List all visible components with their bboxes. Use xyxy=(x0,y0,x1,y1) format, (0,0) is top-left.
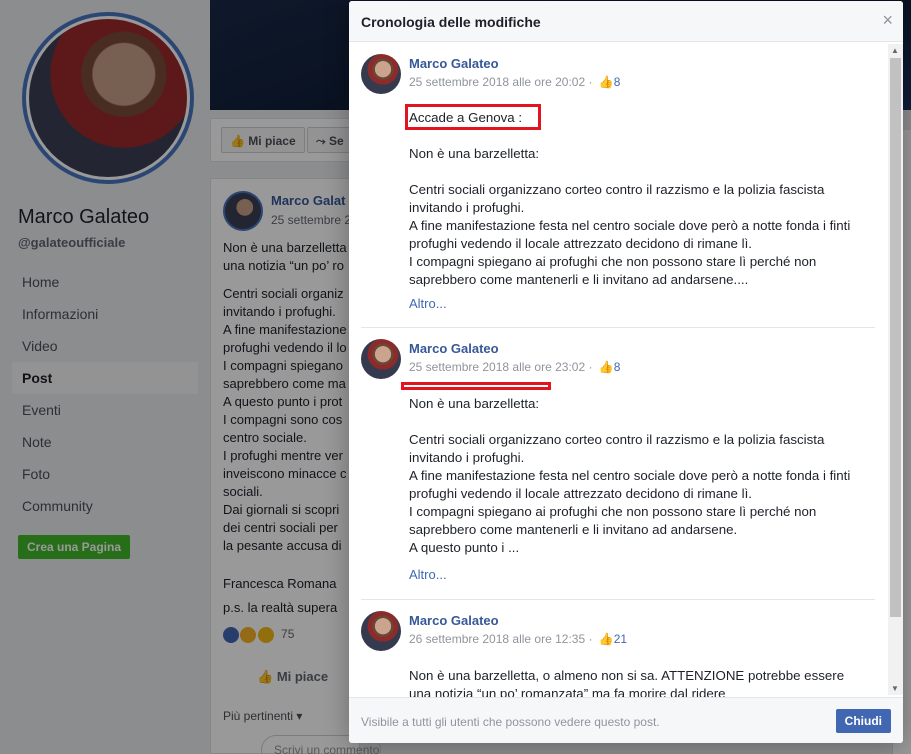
like-count[interactable]: 8 xyxy=(614,360,621,374)
text-line: invitando i profughi. xyxy=(409,450,525,465)
text-line: Centri sociali organizzano corteo contro… xyxy=(409,182,825,197)
text-line: Centri sociali organizzano corteo contro… xyxy=(409,432,825,447)
dialog-body[interactable]: Marco Galateo 25 settembre 2018 alle ore… xyxy=(349,42,889,697)
text-line: saprebbero come mantenerli e li invitano… xyxy=(409,272,749,287)
divider xyxy=(361,327,875,328)
author-avatar[interactable] xyxy=(361,54,401,94)
more-link[interactable]: Altro... xyxy=(409,296,447,311)
text-line: invitando i profughi. xyxy=(409,200,525,215)
text-line: Non è una barzelletta, o almeno non si s… xyxy=(409,668,845,683)
dialog-footer: Visibile a tutti gli utenti che possono … xyxy=(349,697,903,743)
entry-text: Non è una barzelletta, o almeno non si s… xyxy=(409,667,879,697)
entry-author[interactable]: Marco Galateo xyxy=(409,56,499,71)
visibility-note: Visibile a tutti gli utenti che possono … xyxy=(361,715,660,729)
dialog-scrollbar[interactable]: ▲ ▼ xyxy=(888,44,903,695)
text-line: Non è una barzelletta: xyxy=(409,396,540,411)
thumbs-up-icon: 👍 xyxy=(598,360,614,374)
close-icon[interactable]: × xyxy=(882,11,893,29)
history-entry: Marco Galateo 26 settembre 2018 alle ore… xyxy=(361,611,875,697)
text-line: I compagni spiegano ai profughi che non … xyxy=(409,254,817,269)
scroll-up-arrow-icon[interactable]: ▲ xyxy=(891,46,899,55)
dialog-title: Cronologia delle modifiche xyxy=(361,14,541,30)
scroll-down-arrow-icon[interactable]: ▼ xyxy=(891,684,899,693)
like-count[interactable]: 8 xyxy=(614,75,621,89)
entry-meta: 26 settembre 2018 alle ore 12:35 · 👍21 xyxy=(409,632,628,646)
entry-meta: 25 settembre 2018 alle ore 20:02 · 👍8 xyxy=(409,75,621,89)
like-count[interactable]: 21 xyxy=(614,632,627,646)
text-line: A fine manifestazione festa nel centro s… xyxy=(409,468,851,483)
entry-date[interactable]: 25 settembre 2018 alle ore 20:02 xyxy=(409,75,585,89)
text-line: A questo punto i ... xyxy=(409,540,520,555)
author-avatar[interactable] xyxy=(361,339,401,379)
thumbs-up-icon: 👍 xyxy=(598,75,614,89)
thumbs-up-icon: 👍 xyxy=(598,632,614,646)
text-line: I compagni spiegano ai profughi che non … xyxy=(409,504,817,519)
text-line: Non è una barzelletta: xyxy=(409,146,540,161)
history-entry: Marco Galateo 25 settembre 2018 alle ore… xyxy=(361,339,875,600)
highlight-underline xyxy=(401,382,551,390)
more-link[interactable]: Altro... xyxy=(409,567,447,582)
entry-date[interactable]: 26 settembre 2018 alle ore 12:35 xyxy=(409,632,585,646)
entry-meta: 25 settembre 2018 alle ore 23:02 · 👍8 xyxy=(409,360,621,374)
divider xyxy=(361,599,875,600)
text-line: A fine manifestazione festa nel centro s… xyxy=(409,218,851,233)
entry-text: Non è una barzelletta: Centri sociali or… xyxy=(409,395,879,557)
dialog-header: Cronologia delle modifiche × xyxy=(349,1,903,42)
close-button[interactable]: Chiudi xyxy=(835,709,891,733)
text-line: profughi vedendo il locale attrezzato de… xyxy=(409,486,752,501)
entry-author[interactable]: Marco Galateo xyxy=(409,613,499,628)
text-line: saprebbero come mantenerli e li invitano… xyxy=(409,522,738,537)
entry-author[interactable]: Marco Galateo xyxy=(409,341,499,356)
text-line: una notizia “un po’ romanzata” ma fa mor… xyxy=(409,686,726,697)
entry-text: Accade a Genova : Non è una barzelletta:… xyxy=(409,109,879,289)
scroll-thumb[interactable] xyxy=(890,58,901,617)
entry-date[interactable]: 25 settembre 2018 alle ore 23:02 xyxy=(409,360,585,374)
author-avatar[interactable] xyxy=(361,611,401,651)
edit-history-dialog: Cronologia delle modifiche × Marco Galat… xyxy=(349,1,903,743)
text-line: profughi vedendo il locale attrezzato de… xyxy=(409,236,752,251)
text-line: Accade a Genova : xyxy=(409,110,523,125)
history-entry: Marco Galateo 25 settembre 2018 alle ore… xyxy=(361,54,875,328)
